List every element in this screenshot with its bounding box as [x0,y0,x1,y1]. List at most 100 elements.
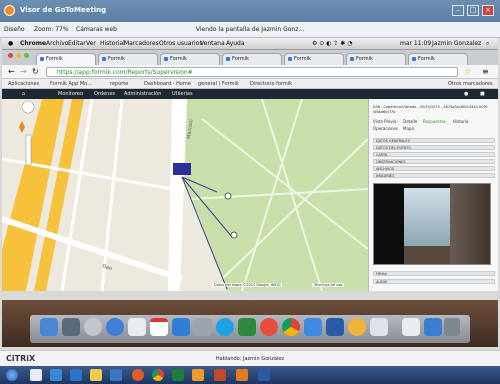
start-button-icon[interactable] [6,369,18,381]
section-observaciones[interactable]: OBSERVACIONES [373,159,495,164]
zoom-window-icon[interactable] [24,53,29,58]
finder-icon[interactable] [40,318,58,336]
app-icon[interactable] [304,318,322,336]
taskbar-gotomeeting-icon[interactable] [236,369,248,381]
photo-preview[interactable] [373,183,491,265]
user-name[interactable]: Jazmin Gonzalez [432,40,481,47]
section-datos-evento[interactable]: DATOS DEL EVENTO [373,145,495,150]
bookmark-item[interactable]: Directorio formik [250,81,292,87]
nav-monitoreo[interactable]: Monitoreo [58,91,83,97]
pan-control-icon[interactable] [21,100,35,114]
taskbar-app-icon[interactable] [132,369,144,381]
browser-tab[interactable]: Formik [284,53,344,65]
system-preferences-icon[interactable] [194,318,212,336]
taskbar-app-icon[interactable] [214,369,226,381]
chrome-icon[interactable] [282,318,300,336]
home-icon[interactable]: ⌂ [22,91,25,97]
other-bookmarks[interactable]: Otros marcadores [448,81,493,87]
reload-icon[interactable]: ↻ [32,67,39,76]
menu-item[interactable]: Ver [86,40,96,47]
section-datos-generales[interactable]: DATOS GENERALES [373,138,495,143]
calendar-icon[interactable] [150,318,168,336]
textedit-icon[interactable] [370,318,388,336]
tab-operaciones[interactable]: Operaciones [373,126,398,131]
excel-icon[interactable] [238,318,256,336]
browser-tab[interactable]: Formik [160,53,220,65]
zoom-slider[interactable] [25,134,32,166]
trash-icon[interactable] [444,318,460,336]
taskbar-app-icon[interactable] [70,369,82,381]
menu-item[interactable]: Ayuda [226,40,245,47]
menu-item[interactable]: Historial [100,40,125,47]
search-icon[interactable]: ⌕ [486,40,489,48]
section-audio[interactable]: AUDIO [373,279,495,284]
address-bar[interactable]: https://app.formik.com/Reports/Supervisi… [46,67,458,77]
taskbar-app-icon[interactable] [172,369,184,381]
map-point-icon[interactable] [230,231,238,239]
minimize-window-icon[interactable] [16,53,21,58]
status-icons[interactable]: ⚙ ⊙ ◐ ⇪ ✱ ◔ [312,40,352,47]
menu-item[interactable]: Archivo [46,40,68,47]
help-icon[interactable] [260,318,278,336]
tab-mapa[interactable]: Mapa [403,126,414,131]
settings-icon[interactable]: ■ [480,91,485,97]
menu-item[interactable]: Otros usuarios [159,40,202,47]
app-store-icon[interactable] [172,318,190,336]
apple-icon[interactable]: ● [8,40,13,47]
bookmark-item[interactable]: Formik App Mo... [50,81,92,87]
bookmark-item[interactable]: general | Formik [198,81,239,87]
taskbar-folder-icon[interactable] [90,369,102,381]
downloads-icon[interactable] [424,318,442,336]
taskbar-app-icon[interactable] [110,369,122,381]
taskbar-app-icon[interactable] [192,369,204,381]
taskbar-app-icon[interactable] [50,369,62,381]
clock[interactable]: mar 11:09 [400,40,431,47]
browser-tab[interactable]: Formik [222,53,282,65]
chrome-menu-icon[interactable]: ≡ [482,67,489,76]
browser-tab[interactable]: Formik [98,53,158,65]
bookmark-apps[interactable]: Aplicaciones [8,81,39,87]
terms-link[interactable]: Términos de uso [312,283,345,287]
menu-app[interactable]: Chrome [20,40,46,47]
section-archivos[interactable]: ARCHIVOS [373,166,495,171]
taskbar-app-icon[interactable] [258,369,270,381]
tab-historia[interactable]: Historia [453,119,468,124]
word-icon[interactable] [326,318,344,336]
skype-icon[interactable] [216,318,234,336]
section-firma[interactable]: FIRMA [373,271,495,276]
user-icon[interactable]: ● [464,91,468,97]
document-icon[interactable] [402,318,420,336]
taskbar-app-icon[interactable] [30,369,42,381]
minimize-button[interactable]: – [452,5,464,16]
tab-vista-previa[interactable]: Vista Previa [373,119,396,124]
close-window-icon[interactable] [8,53,13,58]
menu-item[interactable]: Ventana [200,40,225,47]
browser-tab[interactable]: Formik [36,53,96,65]
launchpad-icon[interactable] [84,318,102,336]
bookmark-star-icon[interactable]: ☆ [464,67,471,76]
nav-administracion[interactable]: Administración [124,91,161,97]
map-view[interactable]: Marconi Gao Datos del mapa ©2015 Google,… [2,99,368,291]
section-imagenes[interactable]: IMÁGENES [373,173,495,178]
back-icon[interactable]: ← [8,67,15,76]
safari-icon[interactable] [106,318,124,336]
mail-icon[interactable] [128,318,146,336]
taskbar-chrome-icon[interactable] [152,369,164,381]
browser-tab[interactable]: Formik [408,53,468,65]
tab-detalle[interactable]: Detalle [403,119,417,124]
browser-tab[interactable]: Formik [346,53,406,65]
bookmark-item[interactable]: reporte [110,81,128,87]
menu-item[interactable]: Editar [68,40,86,47]
app-icon[interactable] [62,318,80,336]
close-button[interactable]: × [482,5,494,16]
nav-utilerias[interactable]: Utilerias [172,91,193,97]
map-point-icon[interactable] [224,192,232,200]
forward-icon[interactable]: → [20,67,27,76]
tab-respuestas[interactable]: Respuestas [423,119,446,124]
section-carta[interactable]: CARTA [373,152,495,157]
map-marker-icon[interactable] [173,163,191,175]
app-icon[interactable] [348,318,366,336]
bookmark-item[interactable]: Dashboard - Home [144,81,191,87]
map-canvas[interactable]: Marconi Gao [2,99,368,291]
maximize-button[interactable]: □ [467,5,479,16]
